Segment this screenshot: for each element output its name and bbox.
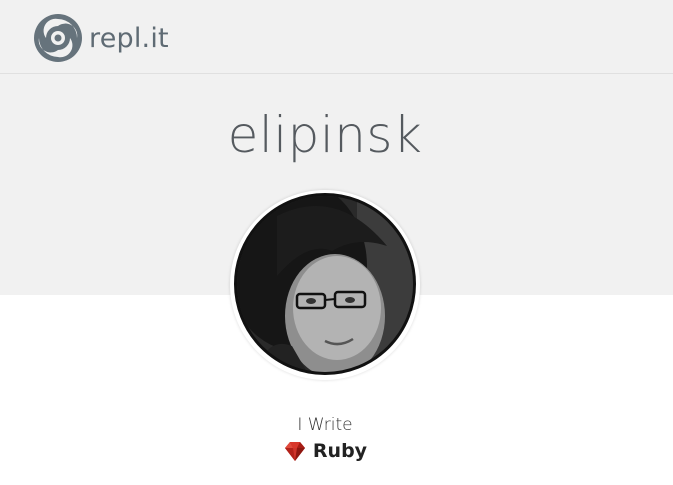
writes-label: I Write [297, 415, 353, 435]
ruby-gem-icon [284, 442, 305, 461]
logo-text: repl.it [89, 22, 169, 54]
profile-username: elipinsk [227, 106, 423, 164]
replit-swirl-icon [34, 14, 82, 62]
user-avatar [234, 193, 416, 375]
language-badge[interactable]: Ruby [0, 440, 650, 462]
language-name: Ruby [312, 440, 368, 462]
top-navigation-bar: repl.it [0, 0, 673, 74]
profile-page: repl.it elipinsk I Write Ruby [0, 0, 673, 485]
replit-logo-link[interactable]: repl.it [33, 12, 169, 64]
